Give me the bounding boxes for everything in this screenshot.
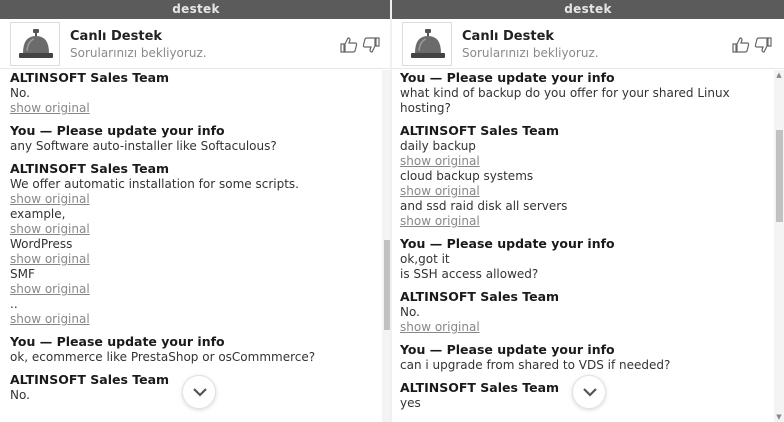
message: You — Please update your info any Softwa… bbox=[10, 123, 380, 154]
agent-avatar bbox=[10, 22, 60, 66]
show-original-link[interactable]: show original bbox=[10, 101, 380, 116]
message-sender: ALTINSOFT Sales Team bbox=[10, 161, 170, 176]
scroll-down-arrow-icon[interactable]: ▼ bbox=[774, 412, 784, 422]
message-text: No. bbox=[10, 86, 30, 100]
message-text: can i upgrade from shared to VDS if need… bbox=[400, 358, 671, 372]
show-original-link[interactable]: show original bbox=[400, 154, 772, 169]
message-text: is SSH access allowed? bbox=[400, 267, 539, 281]
message-text: WordPress bbox=[10, 237, 73, 251]
message-sender: ALTINSOFT Sales Team bbox=[400, 123, 560, 138]
scroll-down-button[interactable] bbox=[182, 375, 216, 409]
window-title-bar: destek bbox=[392, 0, 784, 19]
message-text: ok,got it bbox=[400, 252, 450, 266]
chat-header: Canlı Destek Sorularınızı bekliyoruz. bbox=[0, 19, 392, 69]
scroll-up-arrow-icon[interactable]: ▲ bbox=[774, 70, 784, 80]
scrollbar-thumb[interactable] bbox=[776, 130, 783, 222]
message-list: You — Please update your info what kind … bbox=[392, 70, 772, 422]
agent-name: Canlı Destek bbox=[462, 29, 555, 44]
show-original-link[interactable]: show original bbox=[10, 282, 380, 297]
thumbs-down-icon[interactable] bbox=[754, 37, 772, 53]
chevron-down-icon bbox=[193, 388, 207, 397]
message-text: daily backup bbox=[400, 139, 476, 153]
message-text: .. bbox=[10, 297, 18, 311]
agent-avatar bbox=[402, 22, 452, 66]
thumbs-up-icon[interactable] bbox=[732, 37, 750, 53]
show-original-link[interactable]: show original bbox=[10, 252, 380, 267]
show-original-link[interactable]: show original bbox=[400, 184, 772, 199]
message-list: ALTINSOFT Sales Team No. show original Y… bbox=[0, 70, 380, 422]
show-original-link[interactable]: show original bbox=[400, 214, 772, 229]
message: You — Please update your info ok,got it … bbox=[400, 236, 772, 282]
message-sender: You — Please update your info bbox=[10, 334, 225, 349]
message-text: and ssd raid disk all servers bbox=[400, 199, 568, 213]
message-text: hosting? bbox=[400, 101, 451, 115]
message-sender: You — Please update your info bbox=[400, 342, 615, 357]
message-sender: You — Please update your info bbox=[400, 70, 615, 85]
chat-header: Canlı Destek Sorularınızı bekliyoruz. bbox=[392, 19, 784, 69]
agent-subtitle: Sorularınızı bekliyoruz. bbox=[462, 46, 599, 60]
service-bell-icon bbox=[411, 29, 445, 58]
show-original-link[interactable]: show original bbox=[10, 192, 380, 207]
message: You — Please update your info what kind … bbox=[400, 70, 772, 116]
message: ALTINSOFT Sales Team No. show original bbox=[400, 289, 772, 335]
message-text: example, bbox=[10, 207, 66, 221]
message: You — Please update your info ok, ecomme… bbox=[10, 334, 380, 365]
thumbs-up-icon[interactable] bbox=[340, 37, 358, 53]
agent-name: Canlı Destek bbox=[70, 29, 163, 44]
scrollbar[interactable]: ▲ ▼ bbox=[774, 70, 784, 422]
message-text: any Software auto-installer like Softacu… bbox=[10, 139, 277, 153]
message: ALTINSOFT Sales Team No. show original bbox=[10, 70, 380, 116]
message: ALTINSOFT Sales Team We offer automatic … bbox=[10, 161, 380, 327]
message-text: No. bbox=[400, 305, 420, 319]
message-text: SMF bbox=[10, 267, 35, 281]
message-sender: You — Please update your info bbox=[10, 123, 225, 138]
thumbs-down-icon[interactable] bbox=[362, 37, 380, 53]
window-title-bar: destek bbox=[0, 0, 392, 19]
scroll-down-button[interactable] bbox=[572, 375, 606, 409]
message-text: ok, ecommerce like PrestaShop or osCommm… bbox=[10, 350, 316, 364]
chevron-down-icon bbox=[583, 388, 597, 397]
chat-window-left: destek Canlı Destek Sorularınızı bekliyo… bbox=[0, 0, 392, 422]
message-sender: You — Please update your info bbox=[400, 236, 615, 251]
message: You — Please update your info can i upgr… bbox=[400, 342, 772, 373]
show-original-link[interactable]: show original bbox=[10, 222, 380, 237]
message-sender: ALTINSOFT Sales Team bbox=[10, 70, 170, 85]
message: ALTINSOFT Sales Team daily backup show o… bbox=[400, 123, 772, 229]
message-text: what kind of backup do you offer for you… bbox=[400, 86, 730, 100]
message-text: We offer automatic installation for some… bbox=[10, 177, 299, 191]
show-original-link[interactable]: show original bbox=[10, 312, 380, 327]
show-original-link[interactable]: show original bbox=[400, 320, 772, 335]
message-text: cloud backup systems bbox=[400, 169, 534, 183]
service-bell-icon bbox=[19, 29, 53, 58]
agent-subtitle: Sorularınızı bekliyoruz. bbox=[70, 46, 207, 60]
message-sender: ALTINSOFT Sales Team bbox=[400, 289, 560, 304]
chat-window-right: destek Canlı Destek Sorularınızı bekliyo… bbox=[392, 0, 784, 422]
